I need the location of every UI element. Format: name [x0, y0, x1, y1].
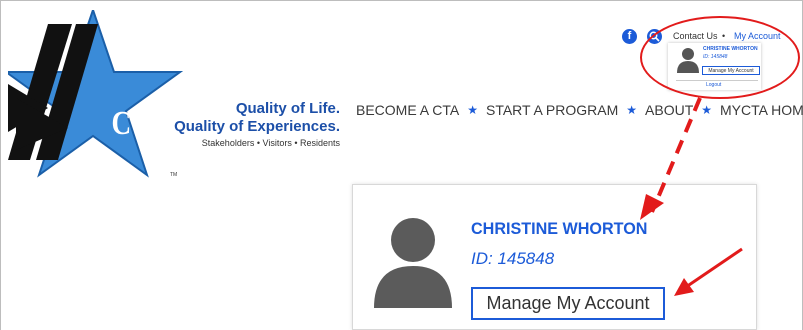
nav-start-a-program[interactable]: START A PROGRAM [486, 102, 618, 118]
nav-separator-star-icon: ★ [626, 103, 638, 117]
nav-separator-star-icon: ★ [467, 103, 478, 117]
facebook-icon[interactable]: f [622, 29, 637, 44]
nav-mycta-home[interactable]: MYCTA HOME [720, 102, 803, 118]
main-nav: BECOME A CTA ★ START A PROGRAM ★ ABOUT ★… [356, 102, 803, 118]
annotation-ellipse [640, 16, 800, 99]
logo-text: CTA [111, 105, 165, 142]
tagline-line-2: Quality of Experiences. [174, 118, 340, 135]
tagline-line-3: Stakeholders • Visitors • Residents [201, 138, 340, 148]
cta-logo[interactable]: CTA [8, 10, 183, 182]
cta-star-logo-icon [8, 10, 183, 178]
trademark-mark: TM [170, 172, 178, 178]
nav-become-a-cta[interactable]: BECOME A CTA [356, 102, 459, 118]
nav-about[interactable]: ABOUT [645, 102, 693, 118]
tagline: Quality of Life. Quality of Experiences.… [165, 100, 340, 150]
manage-account-button[interactable]: Manage My Account [471, 287, 665, 320]
user-id: ID: 145848 [471, 249, 555, 268]
avatar-icon [372, 210, 454, 315]
tagline-line-1: Quality of Life. [235, 100, 340, 117]
user-name: CHRISTINE WHORTON [471, 219, 648, 238]
nav-separator-star-icon: ★ [701, 103, 713, 117]
